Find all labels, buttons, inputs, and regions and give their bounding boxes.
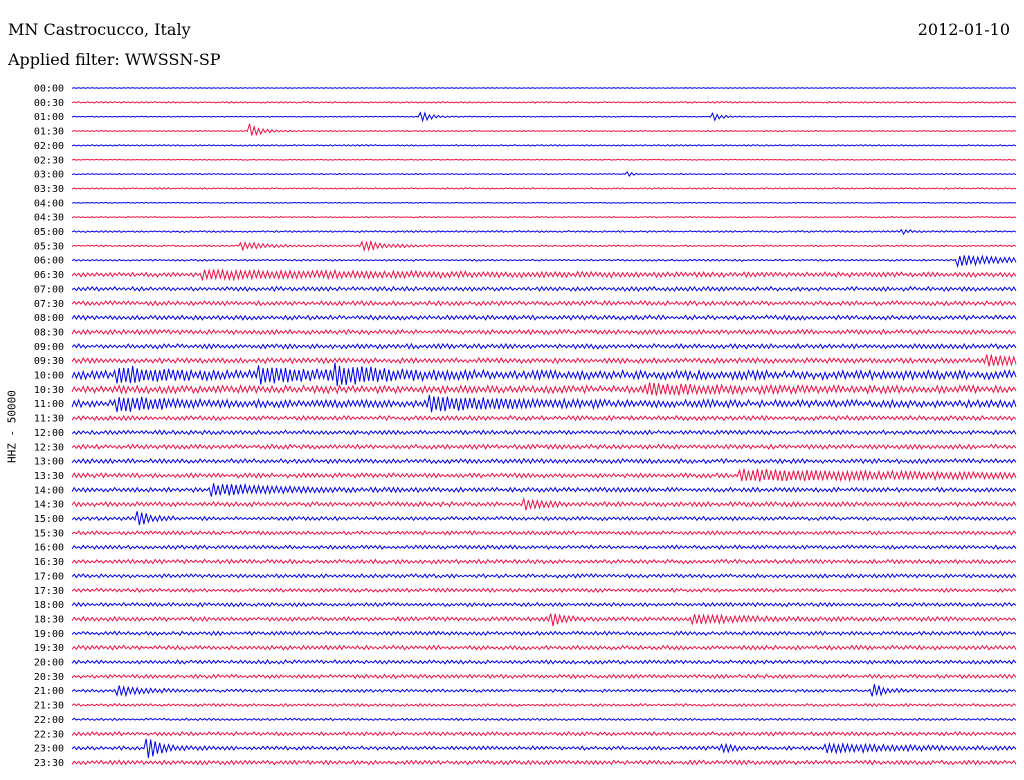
row-label: 22:00 [34,715,64,726]
row-label: 16:30 [34,557,64,568]
row-label: 14:30 [34,500,64,511]
row-label: 01:30 [34,127,64,138]
trace-line [71,730,1017,737]
trace-line [71,544,1017,550]
trace-line [71,123,1017,137]
trace-line [71,673,1017,680]
trace-line [71,228,1017,236]
trace-line [71,573,1017,579]
row-label: 15:30 [34,528,64,539]
row-label: 13:30 [34,471,64,482]
trace-line [71,468,1017,483]
trace-line [71,254,1017,269]
trace-line [71,187,1017,190]
trace-line [71,429,1017,436]
row-label: 21:00 [34,686,64,697]
trace-line [71,587,1017,594]
row-label: 17:00 [34,571,64,582]
trace-line [71,613,1017,627]
row-label: 21:30 [34,701,64,712]
trace-line [71,328,1017,336]
trace-line [71,342,1017,350]
trace-line [71,558,1017,565]
trace-line [71,239,1017,252]
row-label: 08:30 [34,327,64,338]
row-label: 07:00 [34,284,64,295]
helicorder-plot: 00:00 00:30 01:00 01:30 02:00 02:30 03:00 03:30… [34,84,1017,769]
row-label: 01:00 [34,112,64,123]
row-label: 08:00 [34,313,64,324]
row-label: 05:30 [34,241,64,252]
trace-line [71,87,1017,89]
row-label: 23:30 [34,758,64,769]
row-label: 14:00 [34,485,64,496]
trace-line [71,394,1017,413]
row-label: 12:30 [34,442,64,453]
trace-line [71,530,1017,536]
row-label: 17:30 [34,586,64,597]
row-label: 00:00 [34,84,64,95]
trace-line [71,299,1017,307]
row-label: 03:30 [34,184,64,195]
trace-line [71,630,1017,637]
trace-line [71,268,1017,282]
trace-line [71,482,1017,497]
row-label: 02:00 [34,141,64,152]
row-label: 00:30 [34,98,64,109]
row-label: 13:00 [34,457,64,468]
row-label: 23:00 [34,744,64,755]
row-label: 20:30 [34,672,64,683]
row-label: 09:30 [34,356,64,367]
row-label: 18:00 [34,600,64,611]
row-label: 04:30 [34,213,64,224]
trace-line [71,314,1017,321]
row-label: 18:30 [34,614,64,625]
trace-line [71,362,1017,386]
trace-line [71,144,1017,147]
row-label: 07:30 [34,299,64,310]
row-label: 22:30 [34,729,64,740]
trace-line [71,216,1017,219]
trace-line [71,382,1017,396]
row-label: 04:00 [34,198,64,209]
trace-line [71,111,1017,123]
row-label: 12:00 [34,428,64,439]
row-label: 03:00 [34,170,64,181]
row-label: 02:30 [34,155,64,166]
row-label: 19:00 [34,629,64,640]
row-label: 09:00 [34,342,64,353]
trace-line [71,171,1017,177]
trace-line [71,457,1017,465]
trace-line [71,158,1017,161]
trace-line [71,644,1017,651]
row-label: 19:30 [34,643,64,654]
trace-line [71,511,1017,526]
row-label: 06:30 [34,270,64,281]
row-label: 16:00 [34,543,64,554]
trace-line [71,684,1017,698]
row-label: 05:00 [34,227,64,238]
trace-line [71,354,1017,367]
trace-line [71,285,1017,293]
trace-line [71,717,1017,722]
trace-line [71,738,1017,759]
row-label: 11:00 [34,399,64,410]
trace-line [71,759,1017,766]
trace-line [71,702,1017,708]
trace-line [71,659,1017,665]
row-label: 10:00 [34,371,64,382]
trace-line [71,601,1017,608]
row-label: 10:30 [34,385,64,396]
trace-line [71,414,1017,422]
row-label: 06:00 [34,256,64,267]
trace-line [71,443,1017,451]
row-label: 15:00 [34,514,64,525]
row-label: 20:00 [34,658,64,669]
trace-line [71,496,1017,511]
trace-line [71,201,1017,204]
row-label: 11:30 [34,414,64,425]
trace-line [71,101,1017,104]
